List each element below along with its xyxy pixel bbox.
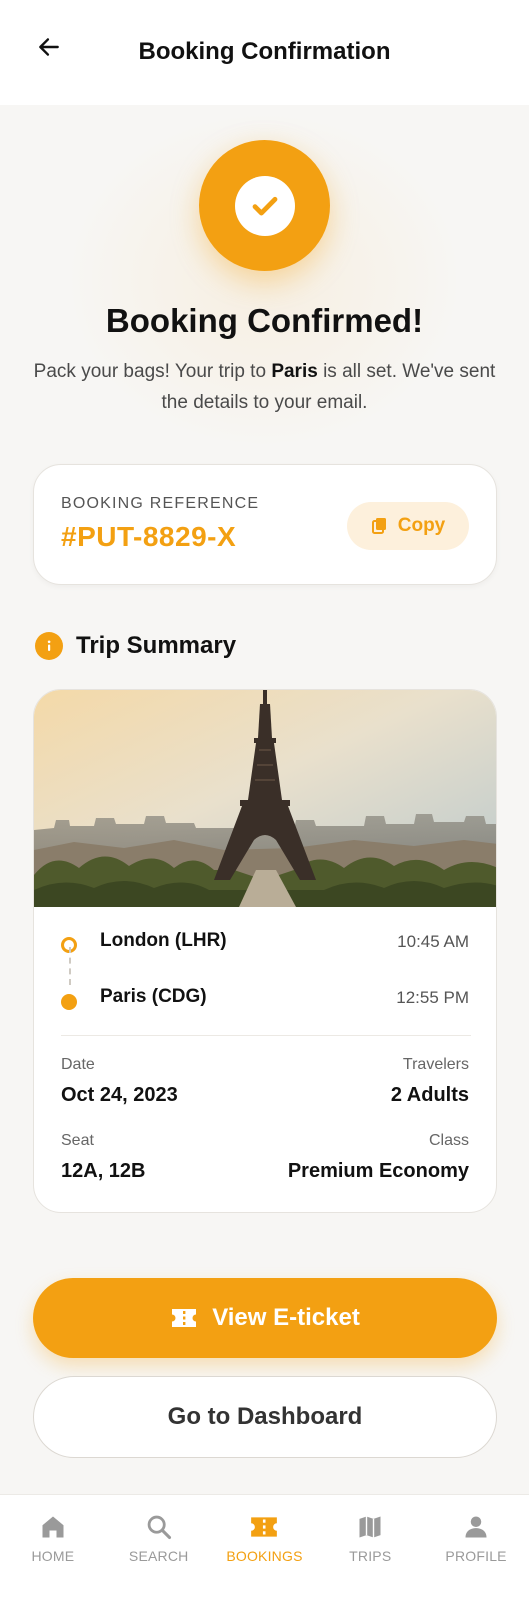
nav-search[interactable]: SEARCH [109,1513,209,1564]
booking-reference-card: BOOKING REFERENCE #PUT-8829-X Copy [33,464,497,585]
nav-search-label: SEARCH [128,1548,189,1564]
confirmation-message: Pack your bags! Your trip to Paris is al… [33,361,496,413]
trip-summary-card: London (LHR) 10:45 AM Paris (CDG) 12:55 … [33,689,497,1213]
go-to-dashboard-label: Go to Dashboard [167,1403,363,1430]
booking-reference-label: BOOKING REFERENCE [61,495,260,512]
back-button[interactable] [34,32,64,62]
ticket-icon [172,1309,197,1327]
destination-photo [34,690,496,907]
arrival-time: 12:55 PM [396,988,469,1007]
view-eticket-button[interactable]: View E-ticket [33,1278,497,1358]
checkmark-icon [252,196,277,215]
view-eticket-label: View E-ticket [212,1304,360,1331]
person-icon [465,1516,487,1538]
destination-marker [61,994,77,1010]
nav-profile[interactable]: PROFILE [426,1513,526,1564]
map-icon [359,1516,381,1538]
nav-home[interactable]: HOME [3,1513,103,1564]
success-badge [199,140,330,271]
travelers-value: 2 Adults [390,1084,469,1106]
class-label: Class [428,1132,469,1149]
departure-time: 10:45 AM [397,932,469,951]
nav-trips[interactable]: TRIPS [320,1513,420,1564]
ticket-icon [251,1517,278,1537]
page-title: Booking Confirmation [138,37,391,65]
class-value: Premium Economy [287,1160,469,1182]
nav-profile-label: PROFILE [445,1548,507,1564]
bottom-navigation: HOME SEARCH BOOKINGS TRIPS PROFILE [0,1494,529,1600]
arrow-left-icon [39,38,59,56]
success-badge-inner [234,175,295,236]
trip-card-divider [61,1035,471,1036]
destination-city: Paris (CDG) [100,986,207,1007]
home-icon [42,1516,64,1538]
copy-button-label: Copy [397,515,446,536]
trip-summary-header: Trip Summary [35,632,236,660]
copy-icon [371,518,386,534]
travelers-label: Travelers [402,1056,469,1073]
info-icon [35,632,63,660]
date-label: Date [61,1056,95,1073]
nav-bookings[interactable]: BOOKINGS [214,1513,314,1564]
route-connector [69,947,71,985]
seat-value: 12A, 12B [61,1160,146,1182]
trip-summary-title: Trip Summary [76,632,237,659]
search-icon [147,1515,171,1540]
origin-city: London (LHR) [100,930,227,951]
destination-name: Paris [271,361,318,382]
nav-bookings-label: BOOKINGS [226,1548,303,1564]
nav-trips-label: TRIPS [349,1548,392,1564]
app-header: Booking Confirmation [0,0,529,105]
confirmation-title: Booking Confirmed! [105,302,424,339]
nav-home-label: HOME [31,1548,75,1564]
date-value: Oct 24, 2023 [61,1084,178,1106]
booking-reference-code: #PUT-8829-X [61,521,237,552]
copy-button[interactable]: Copy [347,502,469,550]
go-to-dashboard-button[interactable]: Go to Dashboard [33,1376,497,1458]
seat-label: Seat [61,1132,94,1149]
